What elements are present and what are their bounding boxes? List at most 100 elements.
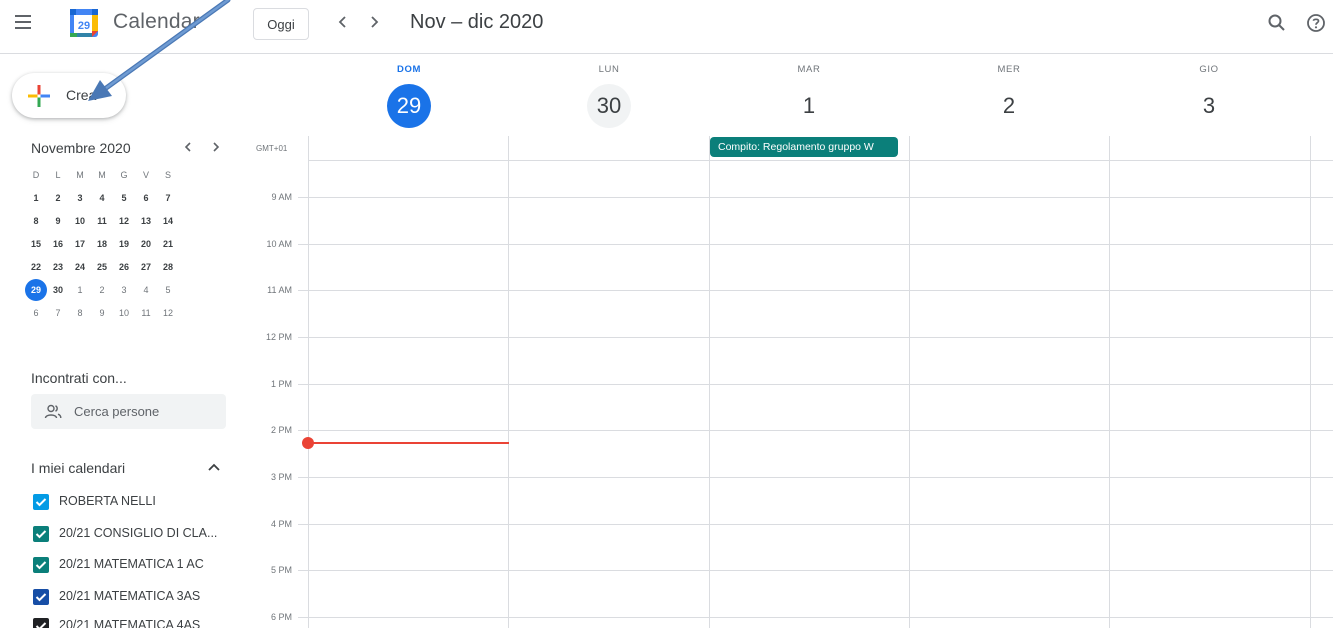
create-button[interactable]: Crea — [12, 73, 126, 118]
weekday-label: V — [142, 170, 149, 180]
calendar-name: 20/21 MATEMATICA 4AS — [59, 618, 201, 628]
chevron-right-icon — [371, 16, 379, 28]
calendar-item[interactable]: 20/21 MATEMATICA 4AS — [31, 615, 241, 628]
mini-day-cell[interactable]: 6 — [135, 187, 157, 209]
weekday-label: M — [98, 170, 106, 180]
mini-day-cell[interactable]: 20 — [135, 233, 157, 255]
day-header: LUN 30 — [509, 64, 709, 128]
mini-day-cell[interactable]: 8 — [69, 302, 91, 324]
mini-day-cell-selected[interactable]: 29 — [25, 279, 47, 301]
all-day-event-chip[interactable]: Compito: Regolamento gruppo W — [710, 137, 898, 157]
mini-day-cell[interactable]: 16 — [47, 233, 69, 255]
search-icon — [1268, 14, 1285, 31]
checkbox-checked-icon[interactable] — [33, 494, 49, 510]
mini-day-cell[interactable]: 9 — [47, 210, 69, 232]
mini-day-cell[interactable]: 26 — [113, 256, 135, 278]
day-number[interactable]: 2 — [987, 84, 1031, 128]
mini-day-cell[interactable]: 4 — [135, 279, 157, 301]
mini-day-cell[interactable]: 4 — [91, 187, 113, 209]
mini-day-cell[interactable]: 15 — [25, 233, 47, 255]
mini-day-cell[interactable]: 21 — [157, 233, 179, 255]
mini-day-cell[interactable]: 10 — [113, 302, 135, 324]
mini-calendar-title: Novembre 2020 — [31, 140, 131, 156]
mini-day-cell[interactable]: 25 — [91, 256, 113, 278]
hour-label: 5 PM — [270, 565, 292, 575]
column-divider — [508, 136, 509, 628]
mini-day-cell[interactable]: 17 — [69, 233, 91, 255]
calendar-item[interactable]: 20/21 CONSIGLIO DI CLA... — [31, 523, 241, 545]
day-abbr: GIO — [1199, 64, 1219, 75]
column-divider — [308, 136, 309, 628]
checkbox-checked-icon[interactable] — [33, 589, 49, 605]
calendar-item[interactable]: 20/21 MATEMATICA 1 AC — [31, 554, 241, 576]
mini-day-cell[interactable]: 3 — [113, 279, 135, 301]
hour-line — [298, 570, 1333, 571]
mini-day-cell[interactable]: 22 — [25, 256, 47, 278]
people-icon — [44, 404, 62, 419]
week-row: 8 9 10 11 12 13 14 — [25, 210, 225, 233]
mini-day-cell[interactable]: 9 — [91, 302, 113, 324]
calendar-logo-icon[interactable]: 29 — [69, 8, 99, 38]
help-button[interactable] — [1303, 10, 1329, 36]
chevron-up-icon[interactable] — [206, 460, 222, 474]
mini-day-cell[interactable]: 28 — [157, 256, 179, 278]
hour-line — [298, 290, 1333, 291]
meet-with-title: Incontrati con... — [31, 370, 127, 386]
mini-day-cell[interactable]: 18 — [91, 233, 113, 255]
mini-day-cell[interactable]: 3 — [69, 187, 91, 209]
hour-line — [298, 477, 1333, 478]
mini-day-cell[interactable]: 1 — [69, 279, 91, 301]
date-range-title: Nov – dic 2020 — [410, 11, 544, 33]
day-abbr: DOM — [397, 64, 421, 75]
day-number[interactable]: 3 — [1187, 84, 1231, 128]
mini-day-cell[interactable]: 2 — [91, 279, 113, 301]
mini-day-cell[interactable]: 11 — [135, 302, 157, 324]
checkbox-checked-icon[interactable] — [33, 618, 49, 628]
mini-day-cell[interactable]: 7 — [47, 302, 69, 324]
menu-icon[interactable] — [14, 12, 34, 32]
mini-next-month-button[interactable] — [207, 138, 225, 156]
checkbox-checked-icon[interactable] — [33, 526, 49, 542]
hour-label: 1 PM — [270, 379, 292, 389]
mini-day-cell[interactable]: 27 — [135, 256, 157, 278]
mini-day-cell[interactable]: 30 — [47, 279, 69, 301]
mini-day-cell[interactable]: 23 — [47, 256, 69, 278]
mini-day-cell[interactable]: 6 — [25, 302, 47, 324]
calendar-item[interactable]: ROBERTA NELLI — [31, 491, 241, 513]
next-period-button[interactable] — [362, 10, 386, 34]
day-number-today[interactable]: 29 — [387, 84, 431, 128]
today-button[interactable]: Oggi — [253, 8, 309, 40]
calendar-item[interactable]: 20/21 MATEMATICA 3AS — [31, 586, 241, 608]
mini-day-cell[interactable]: 8 — [25, 210, 47, 232]
hour-label: 12 PM — [265, 332, 292, 342]
mini-day-cell[interactable]: 14 — [157, 210, 179, 232]
day-number[interactable]: 1 — [787, 84, 831, 128]
previous-period-button[interactable] — [331, 10, 355, 34]
mini-day-cell[interactable]: 2 — [47, 187, 69, 209]
mini-day-cell[interactable]: 19 — [113, 233, 135, 255]
search-button[interactable] — [1264, 10, 1290, 36]
day-header: GIO 3 — [1109, 64, 1309, 118]
mini-day-cell[interactable]: 5 — [157, 279, 179, 301]
mini-day-cell[interactable]: 7 — [157, 187, 179, 209]
plus-icon — [28, 85, 50, 107]
mini-day-cell[interactable]: 24 — [69, 256, 91, 278]
mini-day-cell[interactable]: 5 — [113, 187, 135, 209]
mini-day-cell[interactable]: 10 — [69, 210, 91, 232]
mini-prev-month-button[interactable] — [179, 138, 197, 156]
mini-day-cell[interactable]: 1 — [25, 187, 47, 209]
mini-day-cell[interactable]: 13 — [135, 210, 157, 232]
mini-day-cell[interactable]: 12 — [157, 302, 179, 324]
search-people-placeholder: Cerca persone — [74, 404, 160, 419]
search-people-input[interactable]: Cerca persone — [31, 394, 226, 429]
all-day-divider — [308, 160, 1333, 161]
hour-line — [298, 617, 1333, 618]
mini-calendar-grid: D L M M G V S 1 2 3 4 5 6 7 8 9 10 11 12… — [25, 164, 225, 325]
weekday-label: D — [32, 170, 40, 180]
mini-day-cell[interactable]: 12 — [113, 210, 135, 232]
day-number[interactable]: 30 — [587, 84, 631, 128]
hour-label: 2 PM — [270, 425, 292, 435]
hour-label: 6 PM — [270, 612, 292, 622]
checkbox-checked-icon[interactable] — [33, 557, 49, 573]
mini-day-cell[interactable]: 11 — [91, 210, 113, 232]
